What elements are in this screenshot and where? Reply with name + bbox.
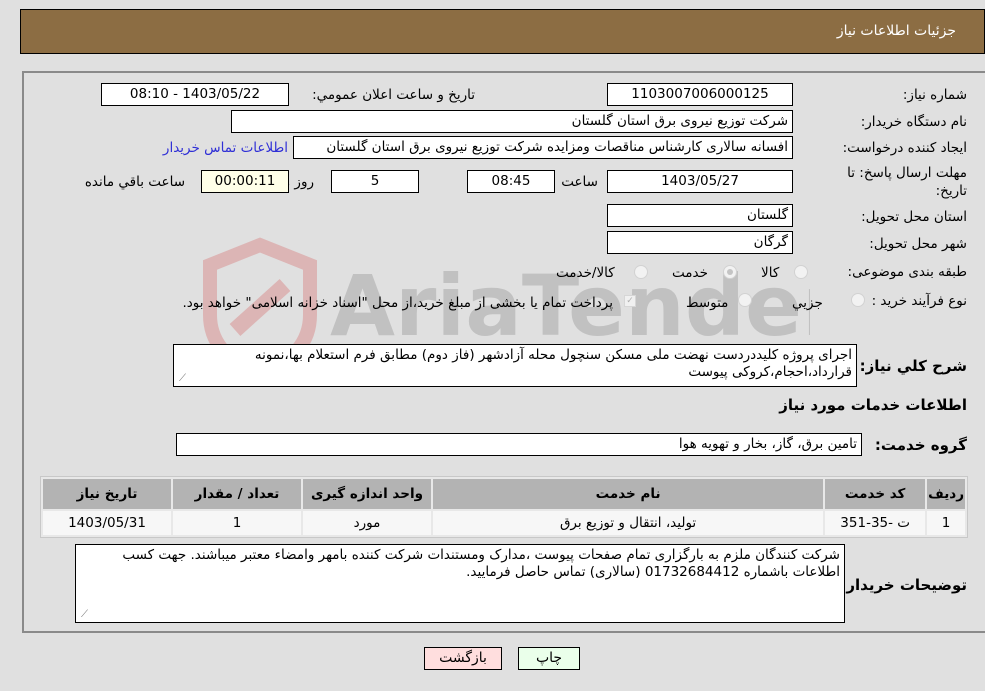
category-option-goods-service: کالا/خدمت (556, 265, 615, 281)
need-number-label: شماره نیاز: (902, 87, 967, 103)
description-text: اجرای پروژه کلیددردست نهضت ملی مسکن سنچو… (254, 347, 852, 380)
category-option-service: خدمت (672, 265, 708, 281)
resize-grip-icon[interactable]: ⟋ (78, 610, 88, 620)
process-radio-minor[interactable] (851, 293, 865, 307)
deadline-date-field: 1403/05/27 (607, 170, 793, 193)
buyer-notes-label: توضیحات خریدار: (840, 576, 967, 594)
cell-unit: مورد (303, 511, 431, 535)
creator-label: ایجاد کننده درخواست: (842, 140, 967, 156)
city-label: شهر محل تحویل: (869, 236, 967, 252)
time-remaining-field: 00:00:11 (201, 170, 289, 193)
category-radio-goods-service[interactable] (634, 265, 648, 279)
table-header-row: ردیف کد خدمت نام خدمت واحد اندازه گیری ت… (43, 479, 965, 509)
process-option-medium: متوسط (686, 295, 729, 311)
description-label: شرح کلي نياز: (859, 357, 967, 375)
col-quantity: تعداد / مقدار (173, 479, 301, 509)
process-type-label: نوع فرآیند خرید : (871, 293, 967, 309)
table-row: 1 ت -35-351 تولید، انتقال و توزیع برق مو… (43, 511, 965, 535)
deadline-time-label: ساعت (561, 174, 598, 190)
service-group-label: گروه خدمت: (874, 436, 967, 454)
category-option-goods: کالا (761, 265, 780, 281)
print-button[interactable]: چاپ (518, 647, 580, 670)
treasury-checkbox[interactable]: ✓ (624, 295, 636, 307)
service-group-field: تامین برق، گاز، بخار و تهویه هوا (176, 433, 862, 456)
cell-service-name: تولید، انتقال و توزیع برق (433, 511, 824, 535)
category-label: طبقه بندی موضوعی: (847, 264, 967, 280)
buyer-notes-text: شرکت کنندگان ملزم به بارگزاری تمام صفحات… (122, 547, 840, 580)
cell-quantity: 1 (173, 511, 301, 535)
process-radio-medium[interactable] (738, 293, 752, 307)
deadline-time-field: 08:45 (467, 170, 555, 193)
cell-service-code: ت -35-351 (825, 511, 926, 535)
province-field: گلستان (607, 204, 793, 227)
description-textarea[interactable]: اجرای پروژه کلیددردست نهضت ملی مسکن سنچو… (173, 344, 857, 387)
treasury-checkbox-label: پرداخت تمام یا بخشی از مبلغ خرید،از محل … (182, 295, 613, 311)
col-service-name: نام خدمت (433, 479, 824, 509)
need-number-field: 1103007006000125 (607, 83, 793, 106)
cell-need-date: 1403/05/31 (43, 511, 171, 535)
services-section-title: اطلاعات خدمات مورد نیاز (779, 396, 967, 414)
process-option-minor: جزيي (792, 295, 823, 311)
deadline-label: مهلت ارسال پاسخ: تا تاریخ: (847, 165, 967, 199)
col-unit: واحد اندازه گیری (303, 479, 431, 509)
col-need-date: تاریخ نیاز (43, 479, 171, 509)
days-remaining-field: 5 (331, 170, 419, 193)
col-service-code: کد خدمت (825, 479, 926, 509)
buyer-org-field: شرکت توزیع نیروی برق استان گلستان (231, 110, 793, 133)
time-remaining-label: ساعت باقي مانده (84, 174, 185, 190)
category-radio-service[interactable] (723, 265, 737, 279)
announce-datetime-field: 1403/05/22 - 08:10 (101, 83, 289, 106)
services-table: ردیف کد خدمت نام خدمت واحد اندازه گیری ت… (40, 476, 968, 538)
cell-row-number: 1 (927, 511, 965, 535)
page-header: جزئیات اطلاعات نیاز (20, 9, 985, 54)
resize-grip-icon[interactable]: ⟋ (176, 374, 186, 384)
city-field: گرگان (607, 231, 793, 254)
col-row-number: ردیف (927, 479, 965, 509)
buyer-contact-link[interactable]: اطلاعات تماس خریدار (163, 140, 288, 156)
announce-datetime-label: تاریخ و ساعت اعلان عمومي: (312, 87, 475, 103)
back-button[interactable]: بازگشت (424, 647, 502, 670)
category-radio-goods[interactable] (794, 265, 808, 279)
province-label: استان محل تحویل: (861, 209, 967, 225)
buyer-notes-textarea[interactable]: شرکت کنندگان ملزم به بارگزاری تمام صفحات… (75, 544, 845, 623)
page-title: جزئیات اطلاعات نیاز (836, 23, 956, 39)
creator-field: افسانه سالاری کارشناس مناقصات ومزایده شر… (293, 136, 793, 159)
buyer-org-label: نام دستگاه خریدار: (860, 114, 967, 130)
